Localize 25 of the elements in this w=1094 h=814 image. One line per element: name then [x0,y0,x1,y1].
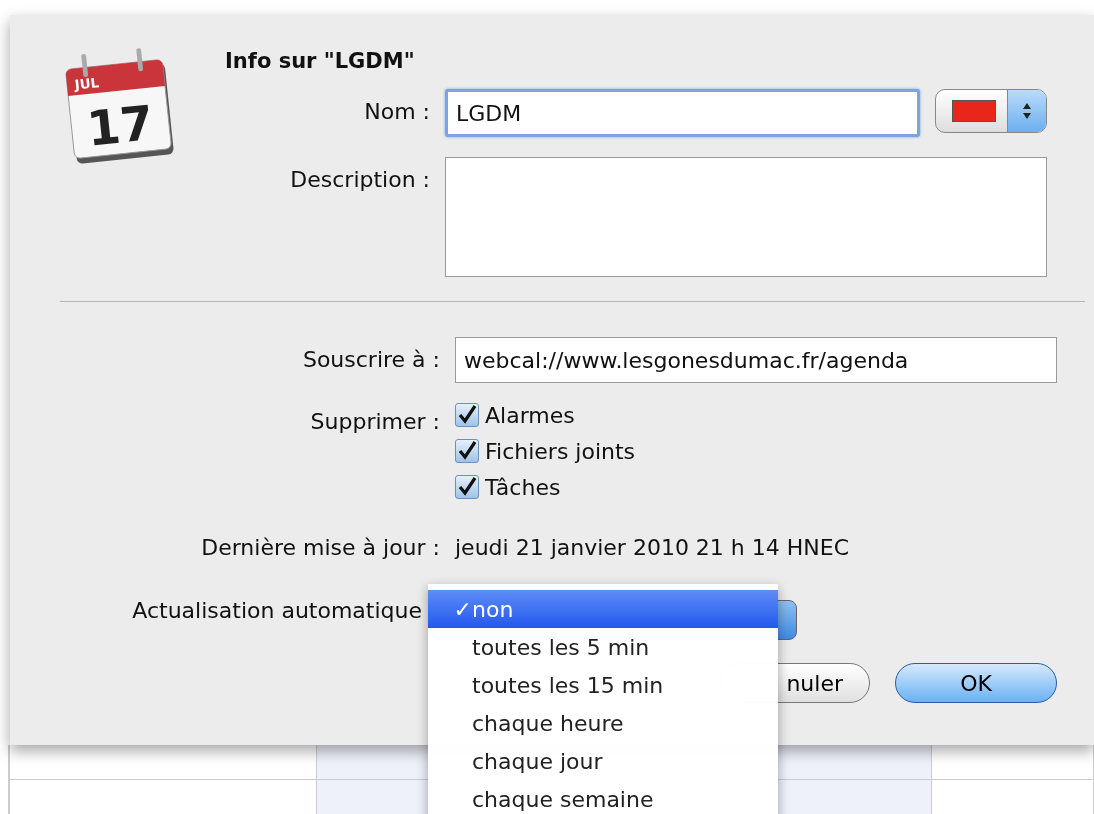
stepper-arrows-icon [1007,90,1046,132]
checkbox-option[interactable]: Fichiers joints [455,437,1094,465]
checkbox[interactable] [455,475,479,499]
name-field[interactable]: LGDM [445,89,920,137]
description-label: Description : [289,166,430,192]
menu-item[interactable]: chaque semaine [428,780,778,814]
url-field[interactable]: webcal://www.lesgonesdumac.fr/agenda [455,337,1057,383]
description-field[interactable] [445,157,1047,277]
menu-item[interactable]: ✓non [428,590,778,628]
menu-item[interactable]: chaque jour [428,742,778,780]
remove-label: Supprimer : [309,408,440,434]
checkbox[interactable] [455,439,479,463]
name-label: Nom : [363,98,430,124]
dialog-title: Info sur "LGDM" [224,49,416,75]
auto-refresh-label: Actualisation automatique [131,597,423,623]
last-update-value: jeudi 21 janvier 2010 21 h 14 HNEC [455,534,851,560]
menu-item[interactable]: toutes les 5 min [428,628,778,666]
menu-item[interactable]: chaque heure [428,704,778,742]
checkbox-option[interactable]: Tâches [455,473,1094,501]
checkbox-option[interactable]: Alarmes [455,401,1094,429]
color-popup[interactable] [935,89,1047,133]
ok-button[interactable]: OK [895,663,1057,703]
subscribe-label: Souscrire à : [301,346,440,372]
checkbox[interactable] [455,403,479,427]
last-update-label: Dernière mise à jour : [200,534,440,560]
